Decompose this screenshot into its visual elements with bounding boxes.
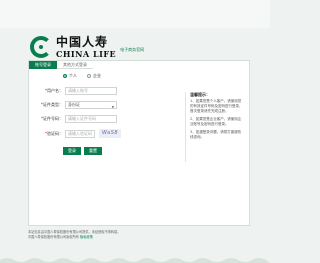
brand-name-cn: 中国人寿 bbox=[56, 35, 109, 49]
reset-button[interactable]: 重置 bbox=[84, 147, 102, 155]
brand-name-en: CHINA LIFE bbox=[56, 49, 117, 59]
radio-personal-icon bbox=[63, 74, 67, 78]
id-no-input[interactable]: 请输入证件号码 bbox=[65, 115, 117, 123]
privacy-link[interactable]: 隐私政策 bbox=[80, 235, 93, 239]
account-row: *用户名： 请输入账号 bbox=[35, 87, 117, 95]
radio-enterprise[interactable]: 企业 bbox=[87, 73, 101, 79]
radio-enterprise-icon bbox=[87, 74, 91, 78]
id-type-label: *证件类型： bbox=[41, 102, 63, 107]
notice-item: 2、如果您是企业客户，请使用企业账号及密码进行登录。 bbox=[190, 117, 242, 126]
account-label: *用户名： bbox=[45, 88, 63, 93]
footer-line-2: 中国人寿保险股份有限公司版权所有 隐私政策 bbox=[28, 234, 93, 239]
account-input[interactable]: 请输入账号 bbox=[65, 87, 117, 95]
captcha-input[interactable]: 请输入验证码 bbox=[65, 129, 95, 138]
captcha-image[interactable]: WaS8 bbox=[99, 129, 121, 138]
login-tabs: 账号登录 其他方式登录 bbox=[29, 61, 93, 69]
notice-item: 1、如果您是个人客户，请使用您的有效证件号码及密码进行登录，首次登录请先完成注册… bbox=[190, 99, 243, 113]
tab-account-login[interactable]: 账号登录 bbox=[29, 61, 57, 69]
id-type-select[interactable]: 身份证 ▼ bbox=[65, 101, 117, 109]
login-button[interactable]: 登录 bbox=[63, 147, 81, 155]
captcha-row: *验证码： 请输入验证码 WaS8 bbox=[35, 129, 121, 138]
notice-title: 温馨提示： bbox=[190, 92, 210, 97]
form-buttons: 登录 重置 bbox=[63, 147, 105, 155]
decorative-wave bbox=[0, 258, 270, 263]
footer: 本站信息由中国人寿保险股份有限公司提供，未经授权不得转载。 中国人寿保险股份有限… bbox=[28, 230, 250, 239]
radio-enterprise-label: 企业 bbox=[93, 73, 101, 78]
login-card: 账号登录 其他方式登录 个人 企业 *用户名： 请输入账号 *证件类型： 身份证… bbox=[28, 60, 250, 226]
notice-panel: 温馨提示： 1、如果您是个人客户，请使用您的有效证件号码及密码进行登录，首次登录… bbox=[185, 92, 243, 162]
chevron-down-icon: ▼ bbox=[111, 105, 114, 109]
header-band bbox=[0, 0, 270, 28]
china-life-logo-icon bbox=[30, 36, 52, 58]
brand-text: 中国人寿 CHINA LIFE bbox=[56, 36, 116, 58]
id-no-label: *证件号码： bbox=[41, 116, 63, 121]
id-type-row: *证件类型： 身份证 ▼ bbox=[35, 101, 117, 109]
radio-personal-label: 个人 bbox=[69, 73, 77, 78]
brand-logo[interactable]: 中国人寿 CHINA LIFE 电子商务官网 bbox=[30, 36, 144, 58]
login-type-selector: 个人 企业 bbox=[63, 73, 111, 79]
tab-other-login[interactable]: 其他方式登录 bbox=[57, 61, 93, 69]
notice-item: 3、如遇登录问题，请拨打客服热线咨询。 bbox=[190, 130, 242, 139]
radio-personal[interactable]: 个人 bbox=[63, 73, 77, 79]
brand-tagline: 电子商务官网 bbox=[120, 47, 145, 52]
captcha-label: *验证码： bbox=[45, 130, 63, 136]
id-type-value: 身份证 bbox=[68, 102, 80, 107]
id-no-row: *证件号码： 请输入证件号码 bbox=[35, 115, 117, 123]
